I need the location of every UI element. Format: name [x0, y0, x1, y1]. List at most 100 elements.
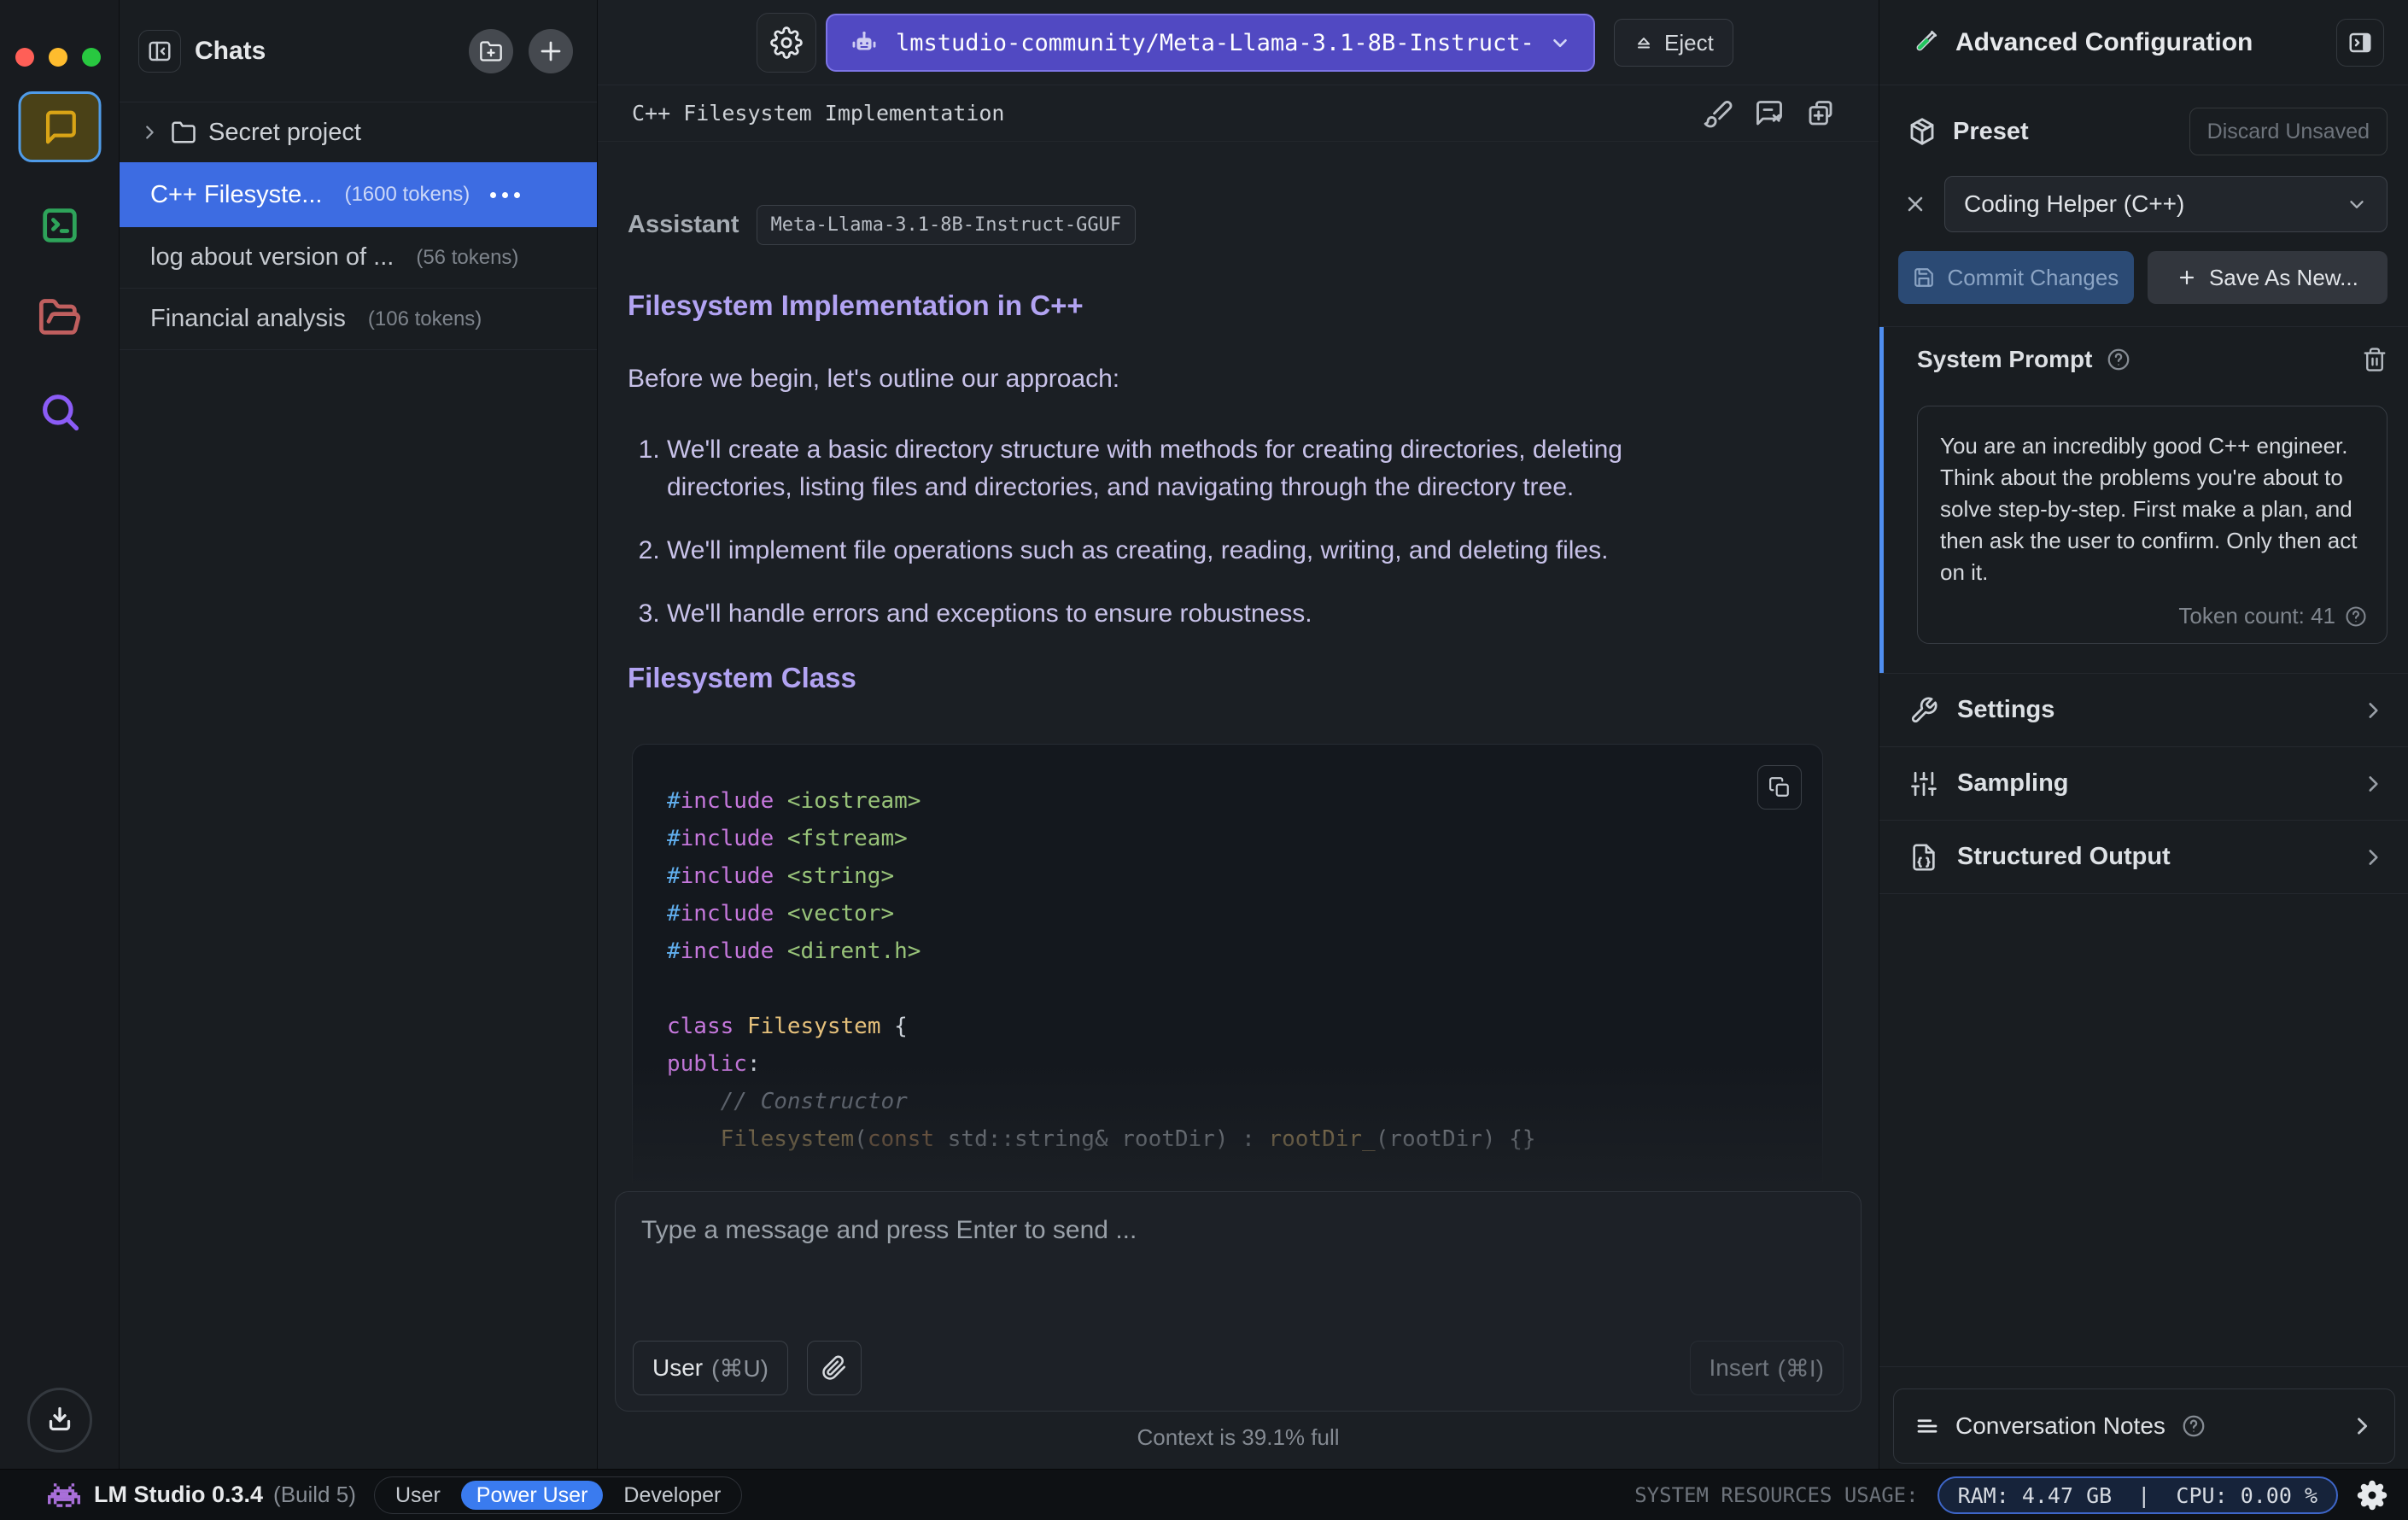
chat-item-token-count: (56 tokens) [416, 245, 519, 269]
insert-message-button[interactable]: Insert (⌘I) [1689, 1341, 1844, 1395]
section-settings[interactable]: Settings [1879, 674, 2408, 747]
role-shortcut: (⌘U) [711, 1354, 769, 1382]
section-sampling[interactable]: Sampling [1879, 747, 2408, 821]
chat-item-title: log about version of ... [150, 243, 395, 271]
message-input[interactable]: Type a message and press Enter to send .… [641, 1216, 1137, 1245]
active-section-indicator [1879, 327, 1884, 673]
window-controls [15, 48, 101, 67]
preset-dropdown[interactable]: Coding Helper (C++) [1944, 176, 2388, 232]
clear-conversation-icon[interactable] [1752, 96, 1786, 131]
mode-user[interactable]: User [380, 1481, 456, 1510]
trash-icon[interactable] [2362, 347, 2388, 372]
message-model-badge: Meta-Llama-3.1-8B-Instruct-GGUF [756, 205, 1137, 245]
insert-label: Insert [1709, 1354, 1769, 1381]
chat-item-token-count: (106 tokens) [367, 307, 482, 330]
role-label: User [652, 1354, 704, 1381]
status-bar: LM Studio 0.3.4 (Build 5) User Power Use… [0, 1469, 2408, 1520]
downloads-button[interactable] [26, 1388, 92, 1453]
chevron-down-icon [1549, 32, 1571, 54]
section-label: Sampling [1957, 769, 2069, 797]
chat-bubble-icon [40, 108, 79, 147]
save-as-new-label: Save As New... [2208, 264, 2358, 290]
chats-panel-title: Chats [195, 36, 266, 65]
chevron-right-icon [2362, 699, 2384, 722]
rail-developer-button[interactable] [34, 200, 85, 251]
zoom-window-button[interactable] [82, 48, 101, 67]
chat-list-item[interactable]: C++ Filesyste... (1600 tokens) [120, 162, 597, 227]
settings-gear-icon[interactable] [2357, 1480, 2388, 1511]
search-icon [38, 389, 82, 434]
list-item: We'll implement file operations such as … [667, 532, 1729, 570]
save-as-new-button[interactable]: Save As New... [2147, 251, 2388, 304]
resources-label: SYSTEM RESOURCES USAGE: [1634, 1483, 1919, 1507]
help-icon[interactable] [2106, 347, 2131, 372]
json-file-icon [1909, 843, 1938, 872]
collapse-sidebar-button[interactable] [138, 29, 181, 73]
list-item: We'll handle errors and exceptions to en… [667, 595, 1729, 633]
rail-my-models-button[interactable] [34, 292, 85, 343]
chat-folder-secret-project[interactable]: Secret project [120, 102, 597, 162]
loaded-model-selector[interactable]: lmstudio-community/Meta-Llama-3.1-8B-Ins… [826, 14, 1595, 72]
conversation-notes-button[interactable]: Conversation Notes [1893, 1388, 2395, 1464]
clear-preset-button[interactable] [1897, 185, 1934, 223]
app-build: (Build 5) [273, 1482, 356, 1507]
token-count: Token count: 41 [2178, 603, 2335, 628]
chat-item-token-count: (1600 tokens) [344, 183, 470, 206]
new-chat-button[interactable] [529, 28, 573, 73]
rail-chat-button[interactable] [18, 91, 101, 162]
wrench-icon [1909, 696, 1938, 725]
eject-icon [1634, 32, 1654, 53]
gear-icon [770, 26, 803, 59]
help-icon[interactable] [2181, 1413, 2206, 1439]
close-window-button[interactable] [15, 48, 34, 67]
folder-icon [171, 120, 196, 145]
insert-shortcut: (⌘I) [1777, 1354, 1824, 1382]
duplicate-chat-icon[interactable] [1803, 96, 1838, 131]
list-item: We'll create a basic directory structure… [667, 431, 1729, 506]
robot-icon [850, 28, 879, 57]
user-mode-switcher: User Power User Developer [374, 1476, 743, 1514]
message-heading: Filesystem Implementation in C++ [628, 289, 1084, 321]
chats-header: Chats [120, 0, 597, 102]
system-prompt-label: System Prompt [1917, 346, 2093, 372]
copy-code-button[interactable] [1757, 765, 1802, 810]
conversation-notes-label: Conversation Notes [1955, 1412, 2165, 1439]
commit-changes-button[interactable]: Commit Changes [1898, 251, 2134, 304]
message-composer[interactable]: Type a message and press Enter to send .… [615, 1191, 1862, 1412]
loaded-model-name: lmstudio-community/Meta-Llama-3.1-8B-Ins… [896, 29, 1532, 56]
notes-icon [1914, 1413, 1940, 1439]
chevron-down-icon [2346, 193, 2368, 215]
chats-sidebar: Chats Secret project C++ Filesyste... (1… [120, 0, 598, 1469]
message-list: Assistant Meta-Llama-3.1-8B-Instruct-GGU… [598, 142, 1879, 1307]
help-icon[interactable] [2344, 605, 2368, 628]
eject-model-button[interactable]: Eject [1614, 19, 1733, 67]
system-prompt-editor[interactable]: You are an incredibly good C++ engineer.… [1917, 406, 2388, 644]
terminal-icon [38, 203, 82, 248]
chat-item-menu-icon[interactable] [490, 191, 521, 198]
lm-studio-logo-icon [48, 1482, 80, 1507]
mode-developer[interactable]: Developer [608, 1481, 736, 1510]
save-icon [1913, 266, 1935, 289]
folder-label: Secret project [208, 118, 361, 146]
role-selector-button[interactable]: User (⌘U) [633, 1341, 788, 1395]
minimize-window-button[interactable] [49, 48, 67, 67]
section-structured-output[interactable]: Structured Output [1879, 821, 2408, 894]
collapse-panel-button[interactable] [2336, 18, 2384, 67]
message-paragraph: Before we begin, let's outline our appro… [628, 365, 1120, 393]
attach-file-button[interactable] [807, 1341, 862, 1395]
new-folder-button[interactable] [469, 28, 513, 73]
system-prompt-text: You are an incredibly good C++ engineer.… [1940, 433, 2358, 585]
rail-discover-button[interactable] [34, 386, 85, 437]
model-settings-button[interactable] [757, 13, 816, 73]
prettify-button[interactable] [1701, 96, 1735, 131]
chat-main-area: lmstudio-community/Meta-Llama-3.1-8B-Ins… [598, 0, 1879, 1469]
resources-usage-badge[interactable]: RAM: 4.47 GB | CPU: 0.00 % [1937, 1476, 2338, 1514]
discard-unsaved-button[interactable]: Discard Unsaved [2189, 108, 2388, 155]
nav-rail [0, 0, 120, 1469]
preset-selected-value: Coding Helper (C++) [1964, 190, 2185, 217]
chat-list-item[interactable]: log about version of ... (56 tokens) [120, 227, 597, 289]
context-usage-status: Context is 39.1% full [1137, 1424, 1340, 1450]
mode-power-user[interactable]: Power User [460, 1481, 604, 1510]
chat-list-item[interactable]: Financial analysis (106 tokens) [120, 289, 597, 350]
section-label: Settings [1957, 696, 2055, 723]
